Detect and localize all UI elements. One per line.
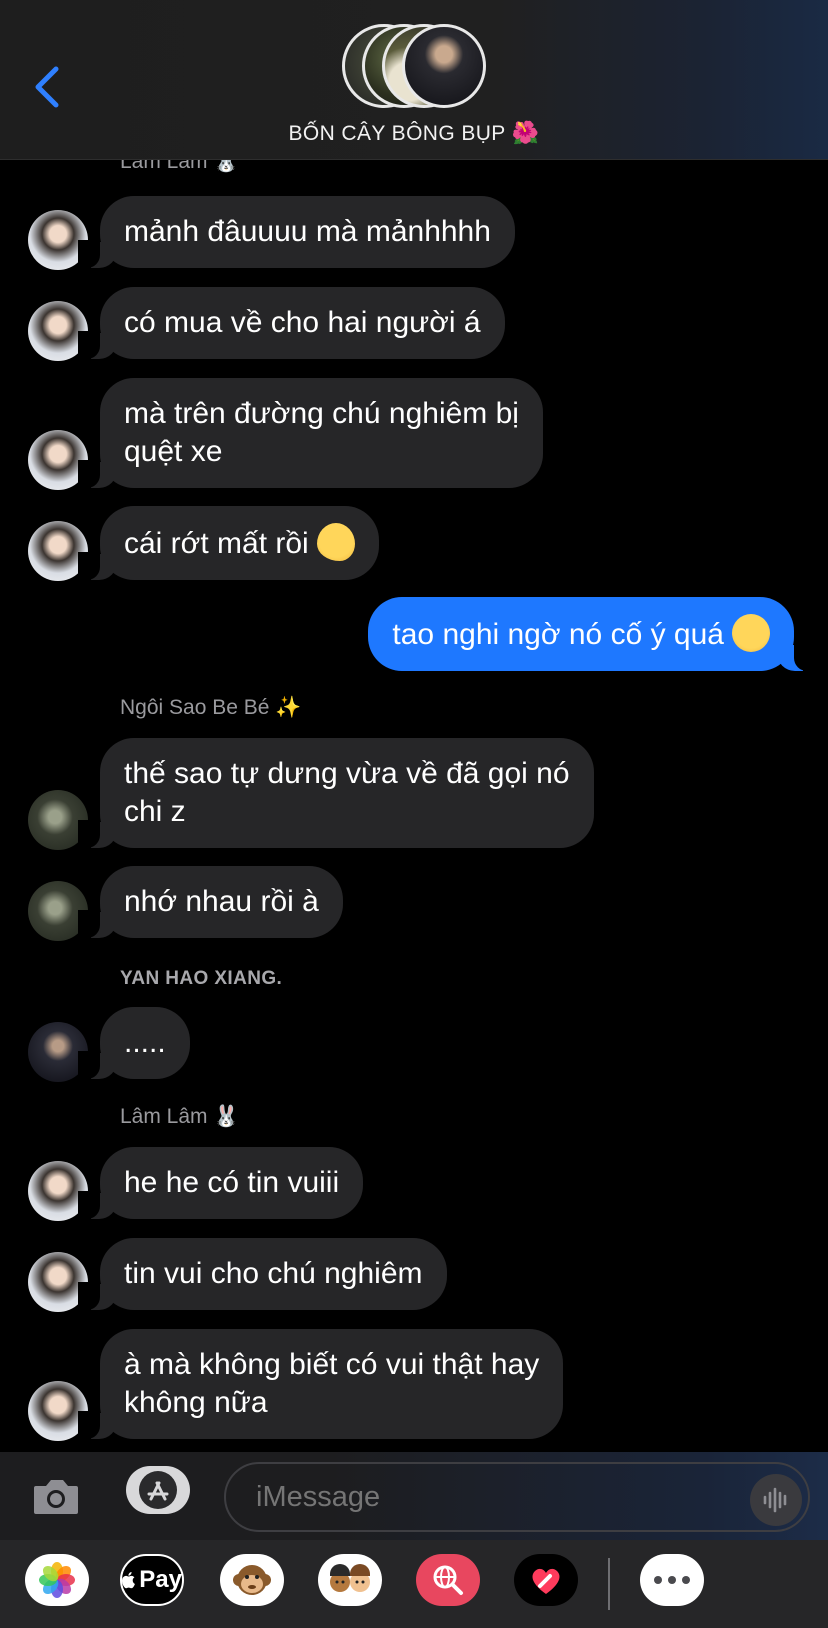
- message-text: thế sao tự dưng vừa về đã gọi nó: [124, 757, 570, 790]
- group-member-avatar: [402, 24, 486, 108]
- chevron-left-icon: [35, 66, 59, 108]
- message-bubble[interactable]: he he có tin vuiii: [77, 1147, 364, 1219]
- message-bubble[interactable]: mà trên đường chú nghiêm bị quệt xe: [78, 378, 543, 488]
- app-store-button[interactable]: [126, 1466, 190, 1514]
- group-name-text: BỐN CÂY BÔNG BỤP: [288, 122, 506, 145]
- back-button[interactable]: [22, 62, 72, 112]
- message-bubble[interactable]: .....: [78, 1007, 190, 1079]
- more-apps-button[interactable]: [640, 1554, 704, 1606]
- group-title[interactable]: BỐN CÂY BÔNG BỤP 🌺: [0, 120, 828, 146]
- app-store-icon: [139, 1471, 177, 1509]
- heart-touch-icon: [532, 1568, 560, 1594]
- message-text: có mua về cho hai người á: [124, 306, 481, 339]
- melting-face-emoji: [316, 523, 355, 561]
- voice-message-button[interactable]: [750, 1474, 802, 1526]
- message-text: không nữa: [124, 1386, 268, 1419]
- waveform-icon: [763, 1487, 787, 1513]
- message-text: tao nghi ngờ nó cố ý quá: [392, 618, 724, 651]
- apple-pay-label: Pay: [139, 1566, 182, 1593]
- conversation-header: BỐN CÂY BÔNG BỤP 🌺: [0, 0, 828, 160]
- sparkles-emoji: ✨: [275, 696, 302, 719]
- sender-label: Lâm Lâm: [120, 1105, 208, 1128]
- message-bubble[interactable]: à mà không biết có vui thật hay không nữ…: [77, 1329, 564, 1439]
- photos-icon: [39, 1562, 75, 1598]
- sender-label: YAN HAO XIANG.: [120, 968, 283, 989]
- sender-name: Lâm Lâm 🐰: [120, 1105, 240, 1129]
- camera-icon: [34, 1480, 78, 1514]
- message-input[interactable]: [224, 1462, 810, 1532]
- message-text: mảnh đâuuuu mà mảnhhhh: [124, 215, 491, 248]
- message-text: tin vui cho chú nghiêm: [124, 1257, 423, 1290]
- image-search-app-button[interactable]: [416, 1554, 480, 1606]
- memoji-stickers-button[interactable]: [318, 1554, 382, 1606]
- monkey-face-icon: [233, 1565, 271, 1595]
- compose-bar: [0, 1452, 828, 1540]
- message-text: quệt xe: [124, 435, 223, 468]
- message-text: he he có tin vuiii: [124, 1166, 340, 1199]
- message-text: nhớ nhau rồi à: [124, 885, 319, 918]
- message-text: à mà không biết có vui thật hay: [124, 1348, 540, 1381]
- message-text: mà trên đường chú nghiêm bị: [124, 397, 519, 430]
- memoji-icon: [330, 1564, 370, 1592]
- message-bubble[interactable]: thế sao tự dưng vừa về đã gọi nó chi z: [78, 738, 594, 848]
- message-bubble[interactable]: có mua về cho hai người á: [78, 287, 505, 359]
- message-bubble[interactable]: nhớ nhau rồi à: [78, 866, 343, 938]
- sender-label: Ngôi Sao Be Bé: [120, 696, 270, 719]
- message-text: chi z: [124, 795, 186, 828]
- sender-name: YAN HAO XIANG.: [120, 968, 282, 990]
- message-bubble[interactable]: cái rớt mất rồi: [78, 506, 379, 580]
- smiling-face-emoji: [732, 614, 770, 652]
- more-icon: [651, 1576, 693, 1584]
- message-text: .....: [124, 1026, 166, 1059]
- camera-button[interactable]: [30, 1470, 82, 1522]
- globe-search-icon: [433, 1565, 463, 1595]
- hibiscus-emoji: 🌺: [511, 120, 540, 145]
- outgoing-message-bubble[interactable]: tao nghi ngờ nó cố ý quá: [368, 597, 816, 671]
- message-bubble[interactable]: mảnh đâuuuu mà mảnhhhh: [78, 196, 515, 268]
- message-thread[interactable]: Lâm Lâm 🐰 mảnh đâuuuu mà mảnhhhh có mua …: [0, 0, 828, 1452]
- rabbit-emoji: 🐰: [213, 1105, 240, 1128]
- messages-screen: Lâm Lâm 🐰 mảnh đâuuuu mà mảnhhhh có mua …: [0, 0, 828, 1628]
- sender-name: Ngôi Sao Be Bé ✨: [120, 696, 301, 720]
- digital-touch-button[interactable]: [514, 1554, 578, 1606]
- imessage-app-drawer: Pay: [0, 1540, 828, 1628]
- group-avatar-stack[interactable]: [342, 24, 486, 108]
- photos-app-button[interactable]: [25, 1554, 89, 1606]
- apple-logo-icon: [122, 1571, 135, 1589]
- message-text: cái rớt mất rồi: [124, 527, 309, 560]
- drawer-divider: [608, 1558, 610, 1610]
- animoji-app-button[interactable]: [220, 1554, 284, 1606]
- apple-pay-button[interactable]: Pay: [120, 1554, 184, 1606]
- message-bubble[interactable]: tin vui cho chú nghiêm: [78, 1238, 447, 1310]
